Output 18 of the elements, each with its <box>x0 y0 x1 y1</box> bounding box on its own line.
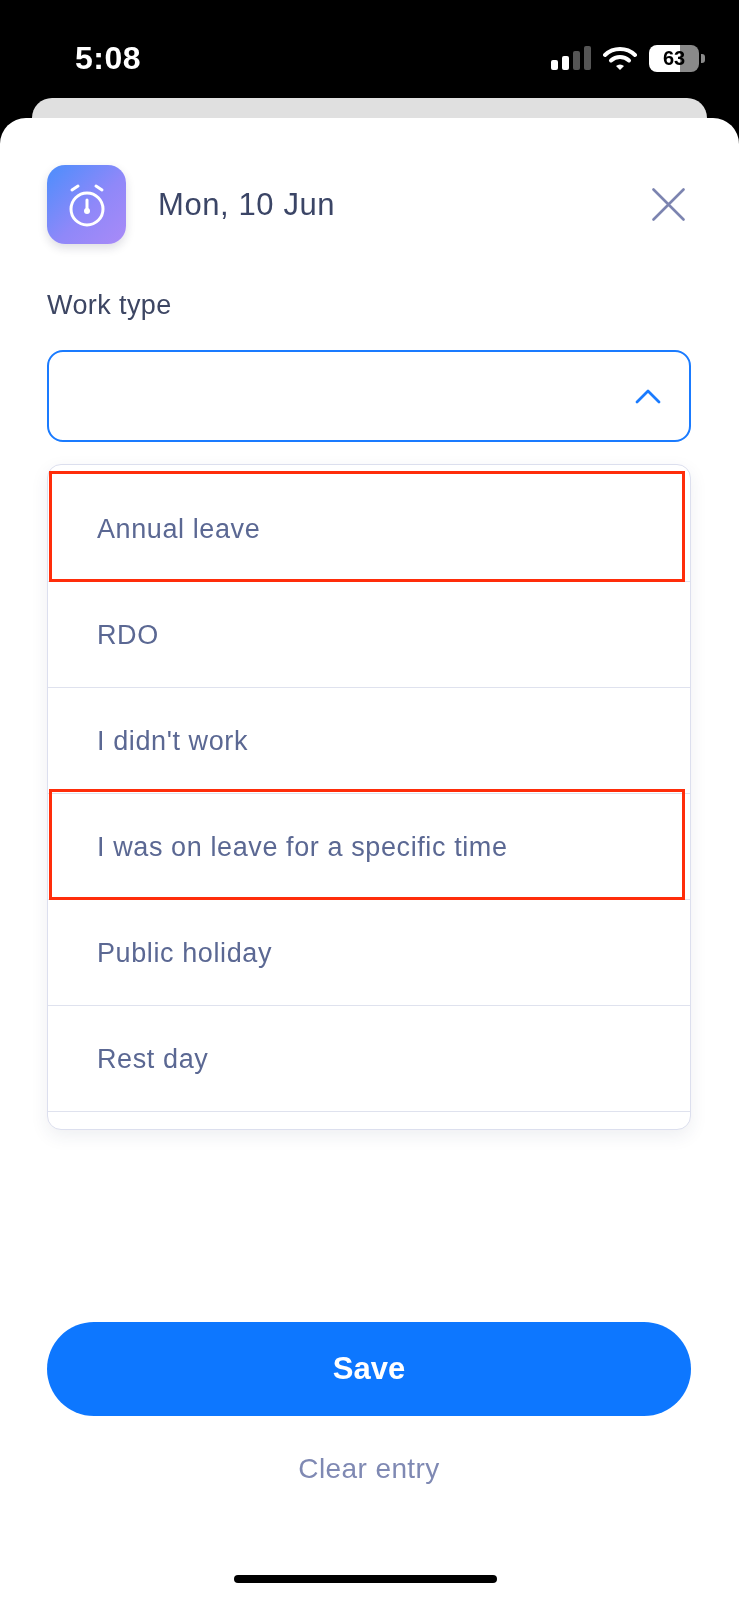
dropdown-option[interactable]: I was on leave for a specific time <box>48 794 690 900</box>
dropdown-option[interactable]: Rest day <box>48 1006 690 1112</box>
dropdown-option[interactable]: Annual leave <box>48 476 690 582</box>
field-label: Work type <box>47 289 172 322</box>
clear-entry-link[interactable]: Clear entry <box>298 1452 440 1486</box>
work-type-select[interactable] <box>47 350 691 442</box>
dropdown-option[interactable]: RDO <box>48 582 690 688</box>
close-icon[interactable] <box>652 188 685 221</box>
dropdown-option[interactable]: Public holiday <box>48 900 690 1006</box>
save-button[interactable]: Save <box>47 1322 691 1416</box>
sheet-title: Mon, 10 Jun <box>158 185 336 224</box>
dropdown-option[interactable]: I didn't work <box>48 688 690 794</box>
signal-icon <box>551 46 591 70</box>
stopwatch-icon <box>47 165 126 244</box>
wifi-icon <box>603 46 637 70</box>
battery-indicator: 63 <box>649 44 705 72</box>
status-time: 5:08 <box>75 40 142 76</box>
chevron-up-icon <box>635 388 661 404</box>
